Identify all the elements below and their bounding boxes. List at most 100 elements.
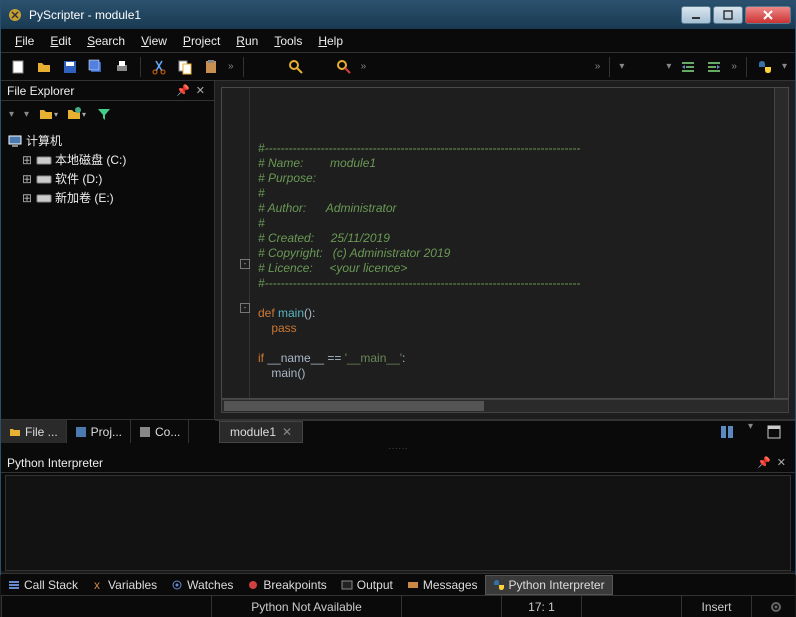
python-button[interactable] (754, 56, 776, 78)
tab-proj[interactable]: Proj... (67, 420, 131, 443)
search-button[interactable] (285, 56, 307, 78)
code-line: # Licence: <your licence> (258, 261, 407, 275)
code-str: '__main__' (345, 351, 402, 365)
fe-filter-icon[interactable] (93, 103, 115, 125)
panel-close-button[interactable]: ✕ (193, 84, 208, 97)
panel-close-button[interactable]: ✕ (774, 456, 789, 469)
close-button[interactable] (745, 6, 791, 24)
interpreter-content[interactable] (5, 475, 791, 571)
menu-project[interactable]: Project (175, 32, 228, 50)
menu-help[interactable]: Help (310, 32, 351, 50)
pin-icon[interactable]: 📌 (754, 456, 774, 469)
menu-view[interactable]: View (133, 32, 175, 50)
toolbar-overflow-4[interactable]: » (729, 61, 739, 72)
project-icon (75, 426, 87, 438)
tab-label: Proj... (91, 425, 122, 439)
toolbar-overflow-2[interactable]: » (359, 61, 369, 72)
tab-callstack[interactable]: Call Stack (1, 576, 85, 594)
tab-label: Co... (155, 425, 180, 439)
callstack-icon (8, 579, 20, 591)
fe-folder-icon[interactable]: ▾ (37, 103, 59, 125)
tab-file[interactable]: File ... (1, 420, 67, 443)
menu-run[interactable]: Run (228, 32, 266, 50)
tab-output[interactable]: Output (334, 576, 400, 594)
menu-bar: File Edit Search View Project Run Tools … (1, 29, 795, 53)
pin-icon[interactable]: 📌 (173, 84, 193, 97)
save-button[interactable] (59, 56, 81, 78)
expander-icon[interactable]: ⊞ (21, 172, 33, 186)
tab-close-button[interactable]: ✕ (282, 425, 292, 439)
menu-search[interactable]: Search (79, 32, 133, 50)
code-icon (139, 426, 151, 438)
window-buttons (681, 6, 791, 24)
tab-breakpoints[interactable]: Breakpoints (240, 576, 333, 594)
expander-icon[interactable]: ⊞ (21, 191, 33, 205)
vertical-scrollbar[interactable] (774, 88, 788, 398)
paste-button[interactable] (200, 56, 222, 78)
code-editor[interactable]: - - #-----------------------------------… (221, 87, 789, 399)
tab-interpreter[interactable]: Python Interpreter (485, 575, 613, 595)
tree-root-label: 计算机 (26, 132, 62, 149)
code-line: # Copyright: (c) Administrator 2019 (258, 246, 450, 260)
code-kw: if (258, 351, 267, 365)
copy-button[interactable] (174, 56, 196, 78)
window-icon[interactable] (763, 421, 785, 443)
dropdown-2[interactable]: ▾ (664, 61, 673, 72)
dropdown-1[interactable]: ▾ (617, 61, 626, 72)
indent-right-button[interactable] (703, 56, 725, 78)
tree-item-c[interactable]: ⊞ 本地磁盘 (C:) (7, 150, 208, 169)
toolbar-overflow-1[interactable]: » (226, 61, 236, 72)
output-icon (341, 579, 353, 591)
tree-item-e[interactable]: ⊞ 新加卷 (E:) (7, 188, 208, 207)
code-kw: def (258, 306, 278, 320)
file-tree: 计算机 ⊞ 本地磁盘 (C:) ⊞ 软件 (D:) ⊞ 新加卷 (E:) (1, 127, 214, 419)
fe-dropdown2[interactable]: ▾ (22, 109, 31, 120)
menu-edit[interactable]: Edit (42, 32, 79, 50)
tab-dropdown[interactable]: ▾ (746, 421, 755, 443)
menu-file[interactable]: File (7, 32, 42, 50)
fold-icon[interactable]: - (240, 259, 250, 269)
file-explorer-title: File Explorer 📌 ✕ (1, 81, 214, 101)
cut-button[interactable] (148, 56, 170, 78)
menu-tools[interactable]: Tools (266, 32, 310, 50)
toolbar-separator (243, 57, 244, 77)
status-bar: Python Not Available 17: 1 Insert (1, 595, 795, 617)
minimize-button[interactable] (681, 6, 711, 24)
status-gear[interactable] (751, 596, 795, 617)
new-file-button[interactable] (7, 56, 29, 78)
expander-icon[interactable]: ⊞ (21, 153, 33, 167)
indent-left-button[interactable] (677, 56, 699, 78)
python-dropdown[interactable]: ▾ (780, 61, 789, 72)
editor-tab-module1[interactable]: module1 ✕ (219, 421, 303, 443)
code-line: #---------------------------------------… (258, 141, 580, 155)
horizontal-scrollbar[interactable] (221, 399, 789, 413)
tab-messages[interactable]: Messages (400, 576, 485, 594)
print-button[interactable] (111, 56, 133, 78)
search-replace-button[interactable] (333, 56, 355, 78)
maximize-button[interactable] (713, 6, 743, 24)
tree-item-d[interactable]: ⊞ 软件 (D:) (7, 169, 208, 188)
tab-label: Variables (108, 578, 157, 592)
fe-folder2-icon[interactable]: ▾ (65, 103, 87, 125)
messages-icon (407, 579, 419, 591)
scrollbar-thumb[interactable] (224, 401, 484, 411)
tree-root[interactable]: 计算机 (7, 131, 208, 150)
tab-label: Watches (187, 578, 233, 592)
split-icon[interactable] (716, 421, 738, 443)
fold-icon[interactable]: - (240, 303, 250, 313)
tab-watches[interactable]: Watches (164, 576, 240, 594)
editor-tab-label: module1 (230, 425, 276, 439)
code-text: main (258, 366, 297, 380)
panel-title-text: Python Interpreter (7, 456, 754, 470)
save-all-button[interactable] (85, 56, 107, 78)
status-python: Python Not Available (211, 596, 401, 617)
code-fn: main (278, 306, 304, 320)
splitter[interactable]: ······ (1, 443, 795, 453)
tab-variables[interactable]: xVariables (85, 576, 164, 594)
file-explorer-toolbar: ▾ ▾ ▾ ▾ (1, 101, 214, 127)
interpreter-panel: Python Interpreter 📌 ✕ (1, 453, 795, 571)
open-file-button[interactable] (33, 56, 55, 78)
toolbar-overflow-3[interactable]: » (593, 61, 603, 72)
tab-co[interactable]: Co... (131, 420, 189, 443)
fe-dropdown[interactable]: ▾ (7, 109, 16, 120)
